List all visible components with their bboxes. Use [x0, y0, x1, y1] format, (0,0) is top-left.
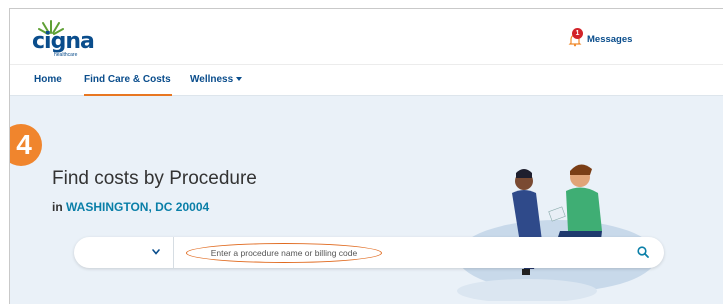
search-icon[interactable] — [636, 245, 650, 259]
page-title: Find costs by Procedure — [52, 168, 257, 189]
nav-item-home[interactable]: Home — [34, 65, 62, 97]
procedure-search-input[interactable]: Enter a procedure name or billing code — [186, 243, 382, 263]
header: cigna healthcare 1 Messages — [10, 9, 723, 64]
nav-item-find-care-costs-label: Find Care & Costs — [84, 74, 171, 85]
procedure-search-bar: Enter a procedure name or billing code — [74, 237, 664, 268]
location-line: in WASHINGTON, DC 20004 — [52, 200, 209, 214]
nav-item-wellness[interactable]: Wellness — [190, 65, 243, 97]
nav-item-home-label: Home — [34, 74, 62, 85]
nav-item-wellness-label: Wellness — [190, 74, 234, 85]
nav-item-find-care-costs[interactable]: Find Care & Costs — [84, 65, 172, 97]
location-link[interactable]: WASHINGTON, DC 20004 — [66, 200, 209, 214]
doctor-patient-illustration — [457, 164, 652, 301]
messages-link[interactable]: 1 Messages — [567, 28, 633, 49]
chevron-down-icon — [236, 77, 243, 82]
messages-count-badge: 1 — [572, 28, 583, 39]
step-number-badge: 4 — [10, 124, 42, 166]
cigna-logo[interactable]: cigna healthcare — [32, 19, 95, 59]
main-nav: Home Find Care & Costs Wellness — [10, 64, 723, 97]
logo-subtext: healthcare — [54, 52, 78, 58]
hero-section: 4 Find costs by Procedure in WASHINGTON,… — [10, 96, 723, 304]
location-select[interactable] — [74, 237, 174, 268]
chevron-down-icon — [152, 249, 160, 255]
app-frame: cigna healthcare 1 Messages Home Find Ca… — [9, 8, 723, 304]
messages-label: Messages — [587, 33, 633, 45]
location-prefix: in — [52, 200, 63, 214]
bell-icon: 1 — [567, 28, 583, 47]
